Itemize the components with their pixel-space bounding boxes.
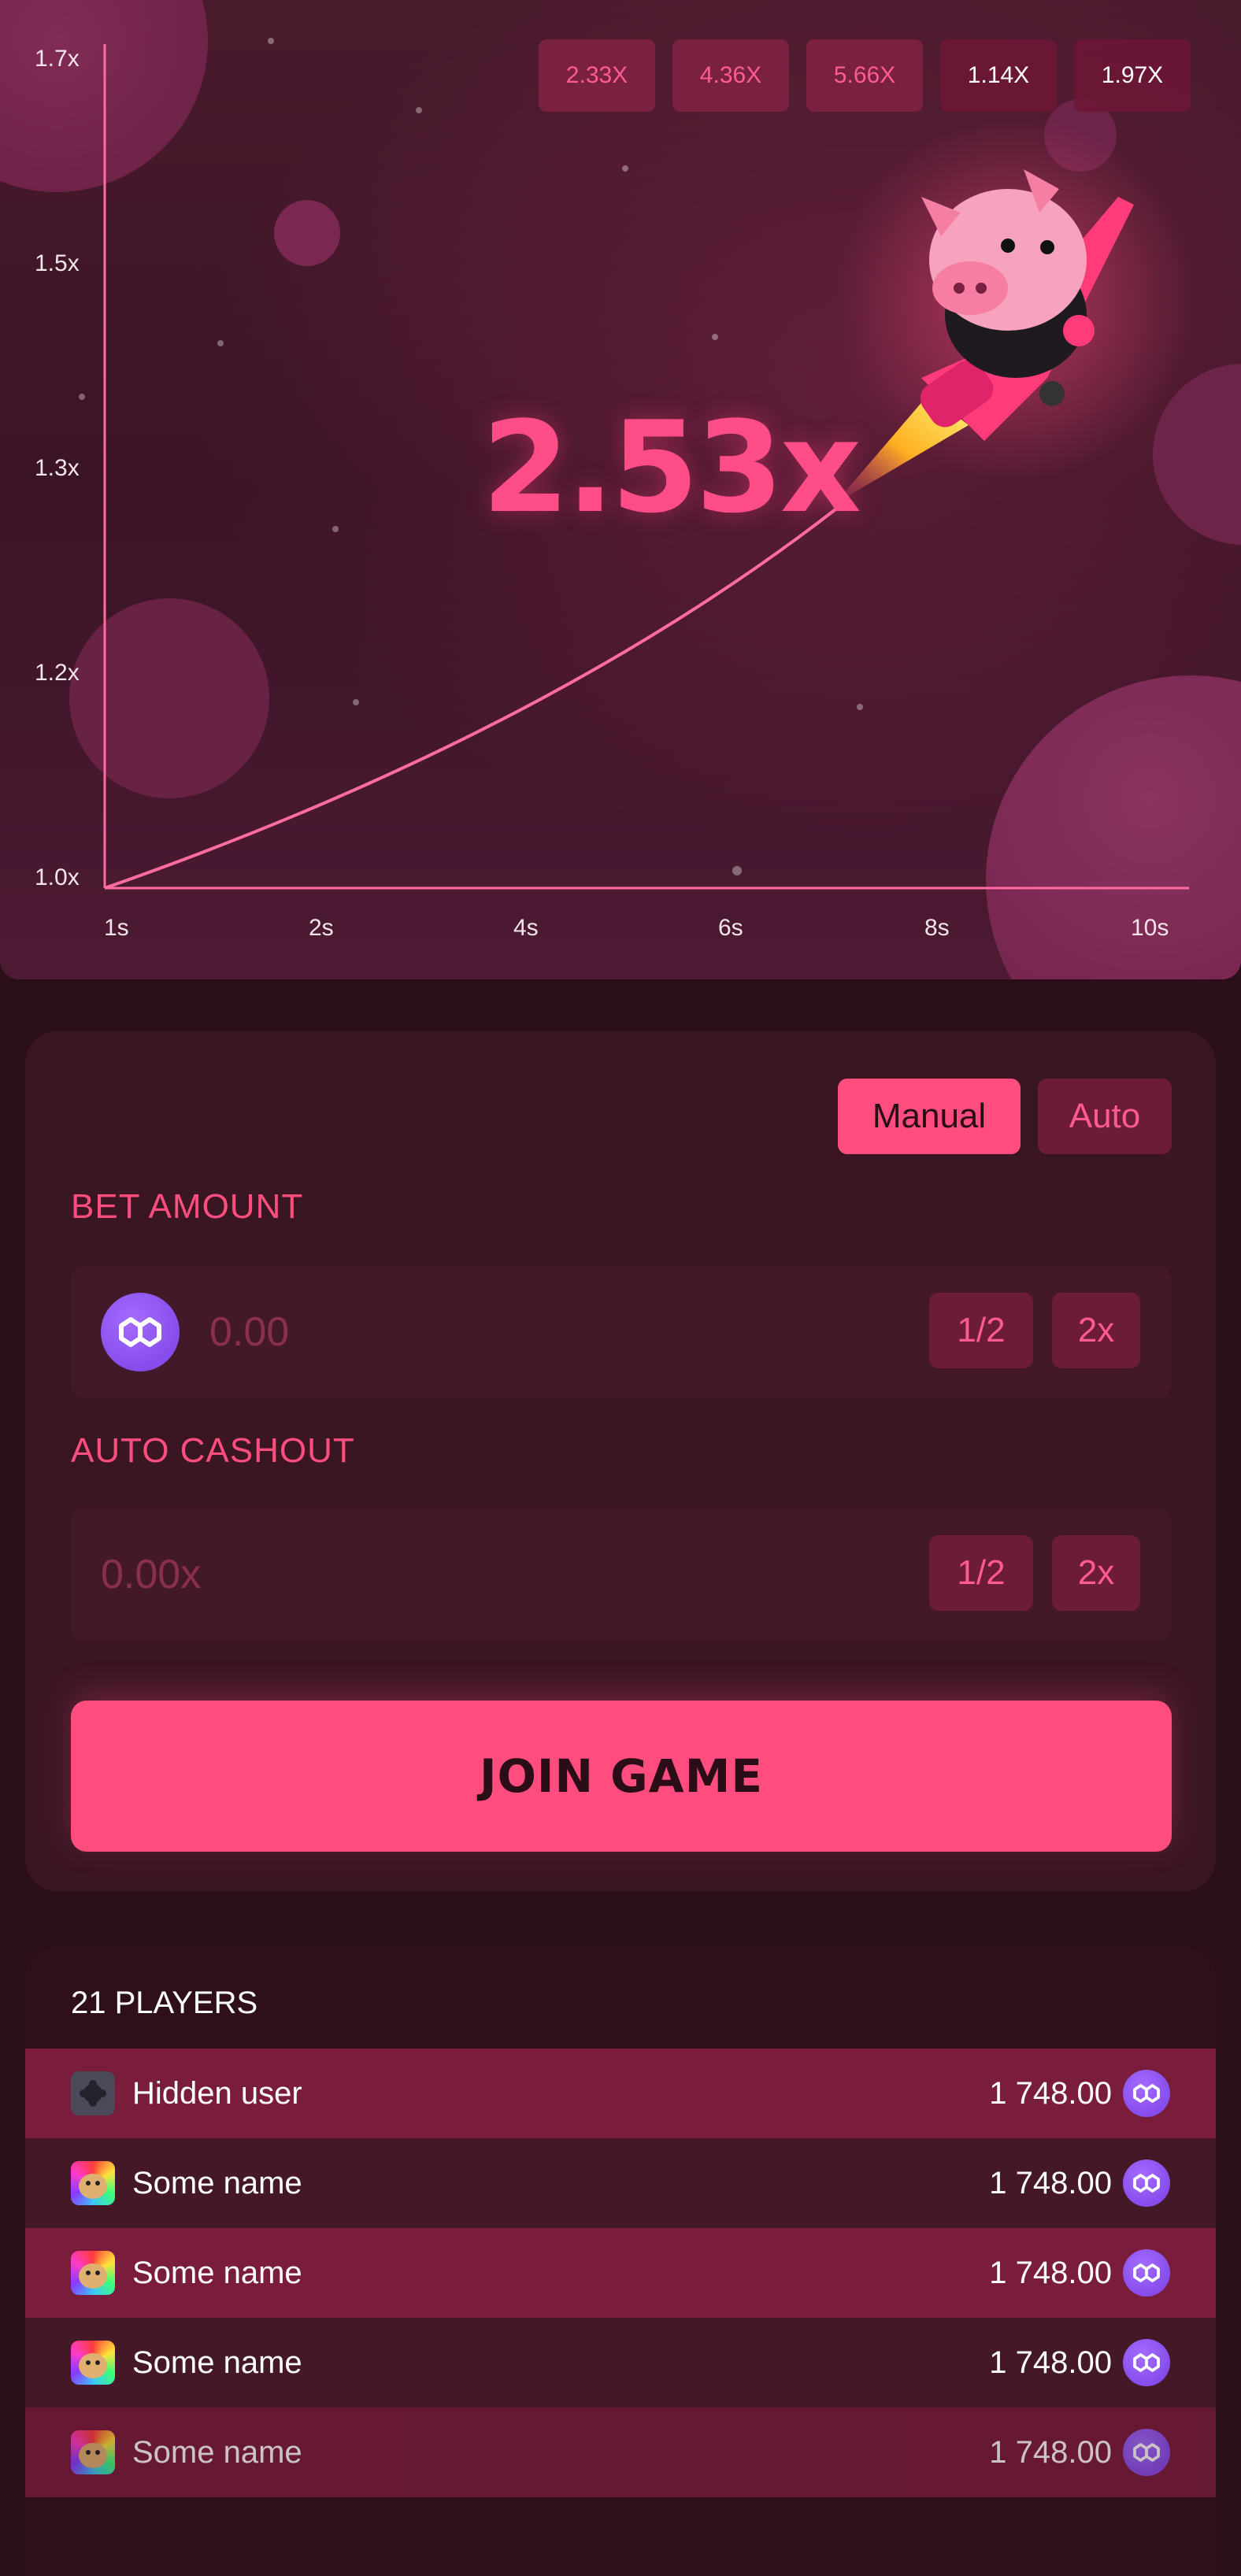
player-row: Some name 1 748.00	[25, 2408, 1216, 2497]
player-row: Some name 1 748.00	[25, 2318, 1216, 2408]
hidden-user-icon	[71, 2071, 115, 2115]
bet-amount-field[interactable]: 0.00 1/2 2x	[71, 1266, 1172, 1398]
player-amount: 1 748.00	[989, 2345, 1112, 2380]
auto-cashout-field[interactable]: 0.00x 1/2 2x	[71, 1508, 1172, 1641]
player-name: Some name	[132, 2165, 302, 2200]
polygon-coin-icon	[101, 1293, 180, 1371]
polygon-coin-icon	[1123, 2070, 1170, 2117]
player-row: Hidden user 1 748.00	[25, 2049, 1216, 2138]
current-multiplier: 2.53x	[482, 394, 861, 541]
bet-panel: Manual Auto BET AMOUNT 0.00 1/2 2x AUTO …	[25, 1031, 1216, 1891]
cashout-double-button[interactable]: 2x	[1052, 1535, 1140, 1611]
bet-amount-label: BET AMOUNT	[71, 1187, 304, 1226]
player-amount: 1 748.00	[989, 2165, 1112, 2200]
player-amount: 1 748.00	[989, 2075, 1112, 2111]
pig-rocket-icon	[835, 118, 1197, 504]
player-name: Some name	[132, 2255, 302, 2290]
bet-half-button[interactable]: 1/2	[929, 1293, 1033, 1368]
doge-avatar-icon	[71, 2430, 115, 2474]
doge-avatar-icon	[71, 2161, 115, 2205]
multiplier-curve	[104, 502, 844, 890]
players-panel: 21 PLAYERS Hidden user 1 748.00 Some nam…	[25, 1946, 1216, 2576]
manual-mode-button[interactable]: Manual	[838, 1079, 1021, 1154]
player-name: Some name	[132, 2345, 302, 2380]
polygon-coin-icon	[1123, 2160, 1170, 2207]
cashout-half-button[interactable]: 1/2	[929, 1535, 1033, 1611]
auto-cashout-value: 0.00x	[101, 1552, 202, 1597]
player-row: Some name 1 748.00	[25, 2228, 1216, 2318]
doge-avatar-icon	[71, 2251, 115, 2295]
game-canvas: 2.33X 4.36X 5.66X 1.14X 1.97X 1.7x 1.5x …	[0, 0, 1241, 979]
player-amount: 1 748.00	[989, 2255, 1112, 2290]
polygon-coin-icon	[1123, 2339, 1170, 2386]
polygon-coin-icon	[1123, 2249, 1170, 2297]
player-row: Some name 1 748.00	[25, 2138, 1216, 2228]
auto-mode-button[interactable]: Auto	[1038, 1079, 1172, 1154]
join-game-button[interactable]: JOIN GAME	[71, 1701, 1172, 1852]
player-amount: 1 748.00	[989, 2434, 1112, 2470]
auto-cashout-label: AUTO CASHOUT	[71, 1431, 355, 1470]
polygon-coin-icon	[1123, 2429, 1170, 2476]
player-name: Some name	[132, 2434, 302, 2470]
doge-avatar-icon	[71, 2341, 115, 2385]
bet-double-button[interactable]: 2x	[1052, 1293, 1140, 1368]
player-name: Hidden user	[132, 2075, 302, 2111]
bet-amount-value: 0.00	[209, 1309, 290, 1355]
players-count-title: 21 PLAYERS	[71, 1986, 258, 2020]
